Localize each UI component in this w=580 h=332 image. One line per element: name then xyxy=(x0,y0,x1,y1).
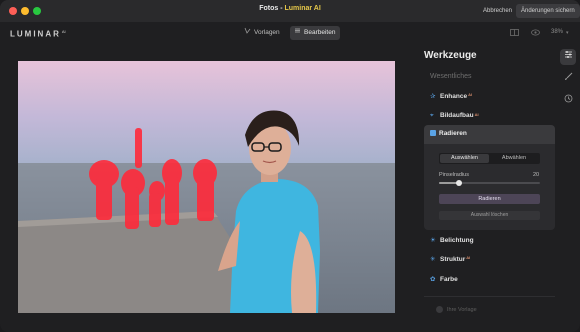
tool-bildaufbau-label: Bildaufbau xyxy=(440,112,474,119)
tool-enhance-label: Enhance xyxy=(440,93,468,100)
deselect-button[interactable]: Abwählen xyxy=(489,154,539,163)
tool-struktur[interactable]: ✳ StrukturAI xyxy=(430,255,470,263)
save-preset[interactable]: Ihre Vorlage xyxy=(436,306,477,313)
tab-bearbeiten-label: Bearbeiten xyxy=(304,29,336,36)
logo-sup: AI xyxy=(61,29,66,34)
tool-enhance[interactable]: ✰ EnhanceAI xyxy=(430,92,472,100)
zoom-level[interactable]: 38% xyxy=(551,29,563,35)
window-title-app: Luminar AI xyxy=(284,5,321,12)
panel-divider xyxy=(424,296,555,297)
tool-struktur-label: Struktur xyxy=(440,256,466,263)
title-bar: Fotos - Luminar AI Abbrechen Änderungen … xyxy=(0,0,580,23)
radieren-header[interactable]: Radieren xyxy=(424,125,555,144)
enhance-icon: ✰ xyxy=(430,93,436,100)
color-icon: ✿ xyxy=(430,276,436,283)
ai-badge: AI xyxy=(466,255,471,260)
tool-belichtung-label: Belichtung xyxy=(440,237,474,244)
brush-icon[interactable] xyxy=(560,71,576,87)
compare-icon[interactable] xyxy=(510,29,519,38)
tools-sliders-icon[interactable] xyxy=(560,49,576,65)
window-title-prefix: Fotos xyxy=(259,5,279,12)
panel-title: Werkzeuge xyxy=(424,50,477,61)
preset-label: Ihre Vorlage xyxy=(447,307,477,313)
chevron-down-icon[interactable]: ▾ xyxy=(566,30,569,36)
preset-icon xyxy=(436,306,443,313)
preview-eye-icon[interactable] xyxy=(531,29,540,38)
radieren-title: Radieren xyxy=(430,130,467,137)
tool-farbe-label: Farbe xyxy=(440,276,458,283)
history-icon[interactable] xyxy=(560,93,576,109)
cancel-button[interactable]: Abbrechen xyxy=(478,4,517,18)
select-button[interactable]: Auswählen xyxy=(440,154,489,163)
brush-radius-slider[interactable] xyxy=(439,180,540,186)
exposure-icon: ☀ xyxy=(430,237,436,244)
structure-icon: ✳ xyxy=(430,256,436,263)
templates-icon xyxy=(244,26,251,40)
tab-bearbeiten[interactable]: Bearbeiten xyxy=(290,26,341,40)
eraser-icon xyxy=(430,130,436,136)
edit-sliders-icon xyxy=(294,26,301,40)
save-changes-button[interactable]: Änderungen sichern xyxy=(516,4,580,18)
logo-text: LUMINAR xyxy=(10,29,61,39)
tool-farbe[interactable]: ✿ Farbe xyxy=(430,275,458,283)
photo-canvas[interactable] xyxy=(18,61,395,313)
section-essentials[interactable]: Wesentliches xyxy=(430,73,472,80)
crop-icon: ⌖ xyxy=(430,112,434,119)
clear-selection-button[interactable]: Auswahl löschen xyxy=(439,211,540,220)
tab-vorlagen[interactable]: Vorlagen xyxy=(240,26,285,40)
brush-radius-label: Pinselradius xyxy=(439,172,469,178)
radieren-panel: Radieren Auswählen Abwählen Pinselradius… xyxy=(424,125,555,230)
tab-vorlagen-label: Vorlagen xyxy=(254,29,280,36)
luminar-logo: LUMINARAI xyxy=(10,29,66,39)
brush-radius-handle[interactable] xyxy=(456,180,463,186)
ai-badge: AI xyxy=(474,112,479,117)
app-window: Fotos - Luminar AI Abbrechen Änderungen … xyxy=(0,0,580,332)
select-mode-segment: Auswählen Abwählen xyxy=(439,153,540,164)
brush-radius-value: 20 xyxy=(533,172,540,178)
ai-badge: AI xyxy=(468,92,473,97)
tool-belichtung[interactable]: ☀ Belichtung xyxy=(430,236,474,244)
erase-button[interactable]: Radieren xyxy=(439,194,540,204)
tool-bildaufbau[interactable]: ⌖ BildaufbauAI xyxy=(430,112,479,120)
photo-image xyxy=(18,61,395,313)
radieren-title-label: Radieren xyxy=(439,130,467,137)
